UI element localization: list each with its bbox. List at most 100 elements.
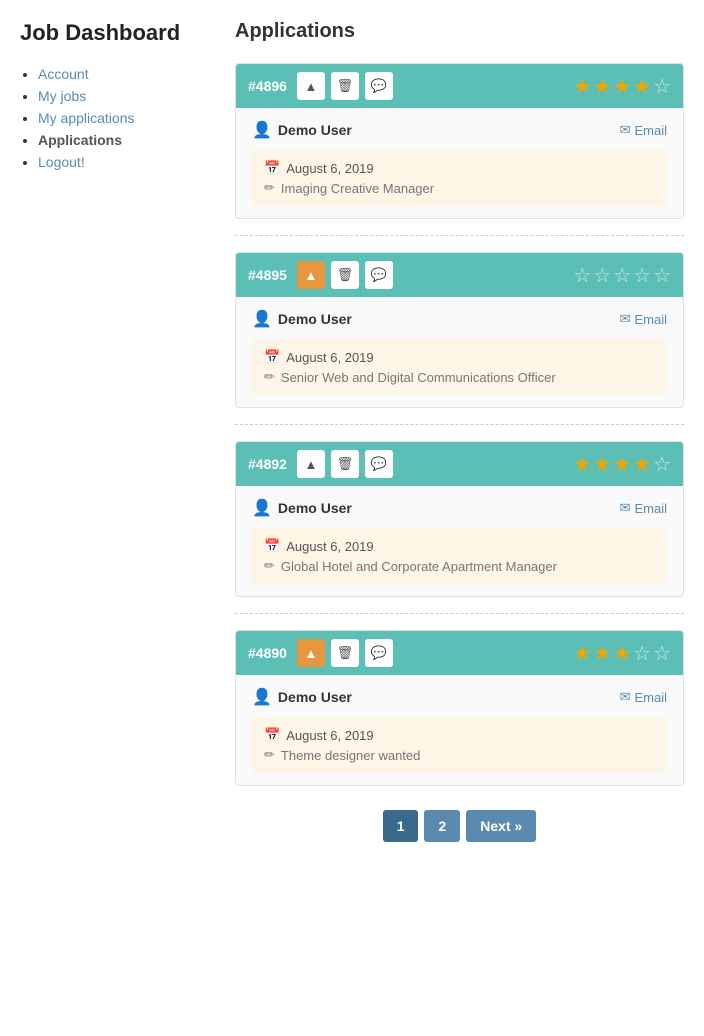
pencil-icon: ✏ xyxy=(264,369,275,385)
user-row: 👤 Demo User ✉ Email xyxy=(252,309,667,329)
application-date: August 6, 2019 xyxy=(286,539,373,554)
star-empty[interactable]: ☆ xyxy=(653,641,671,666)
card-separator xyxy=(235,613,684,614)
header-actions: ▲ 🗑 💬 xyxy=(297,450,393,478)
star-rating: ☆☆☆☆☆ xyxy=(573,263,671,288)
star-empty[interactable]: ☆ xyxy=(653,452,671,477)
user-name: 👤 Demo User xyxy=(252,498,352,518)
next-page-button[interactable]: Next » xyxy=(466,810,536,842)
star-empty[interactable]: ☆ xyxy=(633,641,651,666)
application-card: #4895 ▲ 🗑 💬 ☆☆☆☆☆ 👤 Demo User ✉ Email xyxy=(235,252,684,408)
star-filled[interactable]: ★ xyxy=(593,74,611,99)
date-row: 📅 August 6, 2019 xyxy=(264,727,655,743)
main-title: Applications xyxy=(235,20,684,43)
sidebar-item-applications[interactable]: Applications xyxy=(38,132,122,148)
sidebar-item-my-jobs[interactable]: My jobs xyxy=(38,88,86,104)
pencil-icon: ✏ xyxy=(264,558,275,574)
star-filled[interactable]: ★ xyxy=(613,641,631,666)
card-details: 📅 August 6, 2019 ✏ Global Hotel and Corp… xyxy=(252,528,667,584)
star-filled[interactable]: ★ xyxy=(593,641,611,666)
user-name: 👤 Demo User xyxy=(252,687,352,707)
sidebar-item-my-applications[interactable]: My applications xyxy=(38,110,135,126)
user-icon: 👤 xyxy=(252,120,272,140)
sidebar-item-account[interactable]: Account xyxy=(38,66,89,82)
star-empty[interactable]: ☆ xyxy=(593,263,611,288)
user-name: 👤 Demo User xyxy=(252,120,352,140)
application-card: #4892 ▲ 🗑 💬 ★★★★☆ 👤 Demo User ✉ Email xyxy=(235,441,684,597)
calendar-icon: 📅 xyxy=(264,160,280,176)
header-actions: ▲ 🗑 💬 xyxy=(297,72,393,100)
calendar-icon: 📅 xyxy=(264,538,280,554)
user-icon: 👤 xyxy=(252,687,272,707)
tag-button[interactable]: ▲ xyxy=(297,450,325,478)
star-filled[interactable]: ★ xyxy=(633,452,651,477)
tag-button[interactable]: ▲ xyxy=(297,639,325,667)
email-icon: ✉ xyxy=(620,122,631,138)
page-title: Job Dashboard xyxy=(20,20,205,46)
email-icon: ✉ xyxy=(620,500,631,516)
application-id: #4890 xyxy=(248,645,287,661)
job-row: ✏ Senior Web and Digital Communications … xyxy=(264,369,655,385)
cards-container: #4896 ▲ 🗑 💬 ★★★★☆ 👤 Demo User ✉ Email xyxy=(235,63,684,786)
email-link[interactable]: ✉ Email xyxy=(620,689,667,705)
comment-button[interactable]: 💬 xyxy=(365,639,393,667)
card-body: 👤 Demo User ✉ Email 📅 August 6, 2019 ✏ S… xyxy=(236,297,683,407)
user-icon: 👤 xyxy=(252,498,272,518)
pagination: 12Next » xyxy=(235,810,684,842)
email-icon: ✉ xyxy=(620,311,631,327)
email-link[interactable]: ✉ Email xyxy=(620,500,667,516)
star-filled[interactable]: ★ xyxy=(633,74,651,99)
tag-button[interactable]: ▲ xyxy=(297,72,325,100)
application-date: August 6, 2019 xyxy=(286,350,373,365)
star-empty[interactable]: ☆ xyxy=(633,263,651,288)
main-content: Applications #4896 ▲ 🗑 💬 ★★★★☆ 👤 Demo Us… xyxy=(225,0,704,1036)
comment-button[interactable]: 💬 xyxy=(365,450,393,478)
delete-button[interactable]: 🗑 xyxy=(331,639,359,667)
page-button-2[interactable]: 2 xyxy=(424,810,460,842)
job-row: ✏ Imaging Creative Manager xyxy=(264,180,655,196)
card-body: 👤 Demo User ✉ Email 📅 August 6, 2019 ✏ T… xyxy=(236,675,683,785)
job-title: Global Hotel and Corporate Apartment Man… xyxy=(281,559,557,574)
page-button-1[interactable]: 1 xyxy=(383,810,419,842)
delete-button[interactable]: 🗑 xyxy=(331,450,359,478)
card-header: #4890 ▲ 🗑 💬 ★★★☆☆ xyxy=(236,631,683,675)
delete-button[interactable]: 🗑 xyxy=(331,261,359,289)
card-separator xyxy=(235,424,684,425)
job-title: Senior Web and Digital Communications Of… xyxy=(281,370,556,385)
job-row: ✏ Theme designer wanted xyxy=(264,747,655,763)
calendar-icon: 📅 xyxy=(264,727,280,743)
date-row: 📅 August 6, 2019 xyxy=(264,160,655,176)
card-header: #4895 ▲ 🗑 💬 ☆☆☆☆☆ xyxy=(236,253,683,297)
application-id: #4896 xyxy=(248,78,287,94)
card-separator xyxy=(235,235,684,236)
header-actions: ▲ 🗑 💬 xyxy=(297,639,393,667)
star-filled[interactable]: ★ xyxy=(573,452,591,477)
star-filled[interactable]: ★ xyxy=(613,452,631,477)
star-empty[interactable]: ☆ xyxy=(653,74,671,99)
star-empty[interactable]: ☆ xyxy=(573,263,591,288)
comment-button[interactable]: 💬 xyxy=(365,72,393,100)
star-empty[interactable]: ☆ xyxy=(653,263,671,288)
star-filled[interactable]: ★ xyxy=(593,452,611,477)
tag-button[interactable]: ▲ xyxy=(297,261,325,289)
application-card: #4896 ▲ 🗑 💬 ★★★★☆ 👤 Demo User ✉ Email xyxy=(235,63,684,219)
user-name: 👤 Demo User xyxy=(252,309,352,329)
email-link[interactable]: ✉ Email xyxy=(620,122,667,138)
star-rating: ★★★★☆ xyxy=(573,74,671,99)
star-filled[interactable]: ★ xyxy=(613,74,631,99)
comment-button[interactable]: 💬 xyxy=(365,261,393,289)
card-details: 📅 August 6, 2019 ✏ Imaging Creative Mana… xyxy=(252,150,667,206)
sidebar-nav: Account My jobs My applications Application… xyxy=(20,66,205,170)
user-row: 👤 Demo User ✉ Email xyxy=(252,120,667,140)
calendar-icon: 📅 xyxy=(264,349,280,365)
star-filled[interactable]: ★ xyxy=(573,641,591,666)
sidebar-item-logout[interactable]: Logout! xyxy=(38,154,85,170)
application-card: #4890 ▲ 🗑 💬 ★★★☆☆ 👤 Demo User ✉ Email xyxy=(235,630,684,786)
job-title: Theme designer wanted xyxy=(281,748,420,763)
user-icon: 👤 xyxy=(252,309,272,329)
delete-button[interactable]: 🗑 xyxy=(331,72,359,100)
email-link[interactable]: ✉ Email xyxy=(620,311,667,327)
star-empty[interactable]: ☆ xyxy=(613,263,631,288)
date-row: 📅 August 6, 2019 xyxy=(264,349,655,365)
star-filled[interactable]: ★ xyxy=(573,74,591,99)
